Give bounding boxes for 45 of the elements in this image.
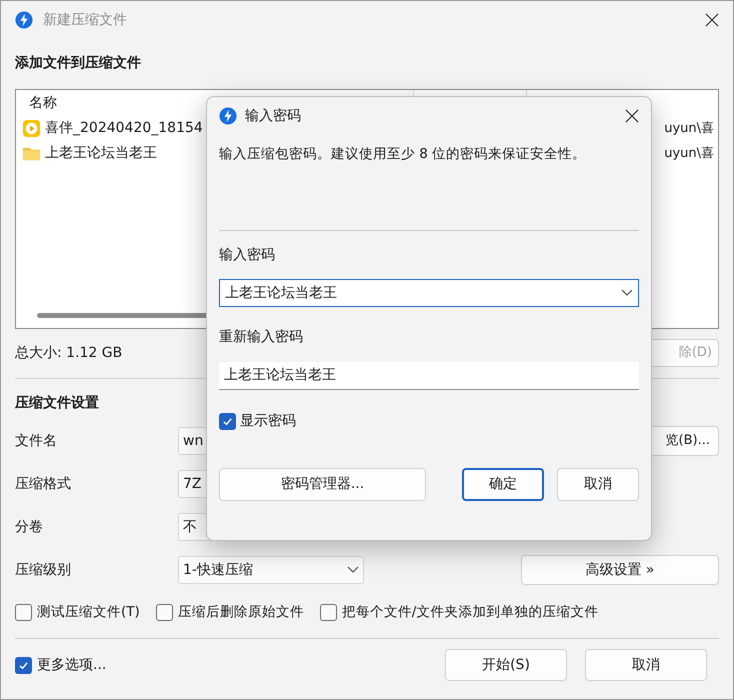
app-icon <box>15 11 33 29</box>
password-field[interactable]: 上老王论坛当老王 <box>219 362 639 390</box>
file-name[interactable]: 上老王论坛当老王 <box>45 143 205 164</box>
checkmark-icon <box>18 660 29 670</box>
checkbox[interactable] <box>320 604 337 620</box>
checkbox[interactable] <box>15 604 32 620</box>
dialog-description: 输入压缩包密码。建议使用至少 8 位的密码来保证安全性。 <box>219 145 588 164</box>
checkbox-label[interactable]: 测试压缩文件(T) <box>37 602 140 622</box>
field-label: 压缩格式 <box>15 474 72 494</box>
play-file-icon <box>22 119 41 138</box>
button[interactable]: 确定 <box>462 468 544 501</box>
window-title: 新建压缩文件 <box>43 10 127 30</box>
checkbox-label[interactable]: 把每个文件/文件夹添加到单独的压缩文件 <box>342 602 598 622</box>
dialog-title: 输入密码 <box>245 106 301 126</box>
total-size-text: 总大小: 1.12 GB <box>15 344 122 362</box>
checkbox-label[interactable]: 显示密码 <box>240 410 296 432</box>
field-label: 压缩级别 <box>15 560 72 580</box>
dropdown[interactable]: 1-快速压缩 <box>178 556 364 584</box>
button[interactable]: 密码管理器... <box>219 468 426 501</box>
file-name[interactable]: 喜伴_20240420_18154 <box>45 118 205 139</box>
checkbox-label[interactable]: 更多选项... <box>37 654 106 676</box>
close-icon[interactable] <box>625 109 639 123</box>
password-combo-field[interactable]: 上老王论坛当老王 <box>219 279 639 307</box>
checkbox[interactable] <box>156 604 173 620</box>
field-label: 文件名 <box>15 432 58 450</box>
checkbox-label[interactable]: 压缩后删除原始文件 <box>178 602 304 622</box>
section-heading: 压缩文件设置 <box>15 394 100 413</box>
close-icon[interactable] <box>705 13 719 27</box>
checkbox[interactable] <box>15 656 32 674</box>
chevron-down-icon <box>347 566 359 574</box>
field-label: 输入密码 <box>219 246 276 265</box>
file-path: uyun\喜 <box>664 144 715 163</box>
file-path: uyun\喜 <box>664 120 715 138</box>
section-heading: 添加文件到压缩文件 <box>15 54 142 73</box>
checkbox[interactable] <box>219 412 236 430</box>
button[interactable]: 开始(S) <box>445 649 567 681</box>
column-header[interactable]: 名称 <box>29 92 57 114</box>
button[interactable]: 取消 <box>585 649 707 681</box>
checkmark-icon <box>222 416 233 426</box>
field-label: 分卷 <box>15 518 44 536</box>
button[interactable]: 取消 <box>557 468 639 501</box>
field-label: 重新输入密码 <box>219 328 304 347</box>
chevron-down-icon <box>621 289 633 297</box>
app-icon <box>219 107 237 125</box>
button[interactable]: 高级设置 » <box>521 555 719 585</box>
